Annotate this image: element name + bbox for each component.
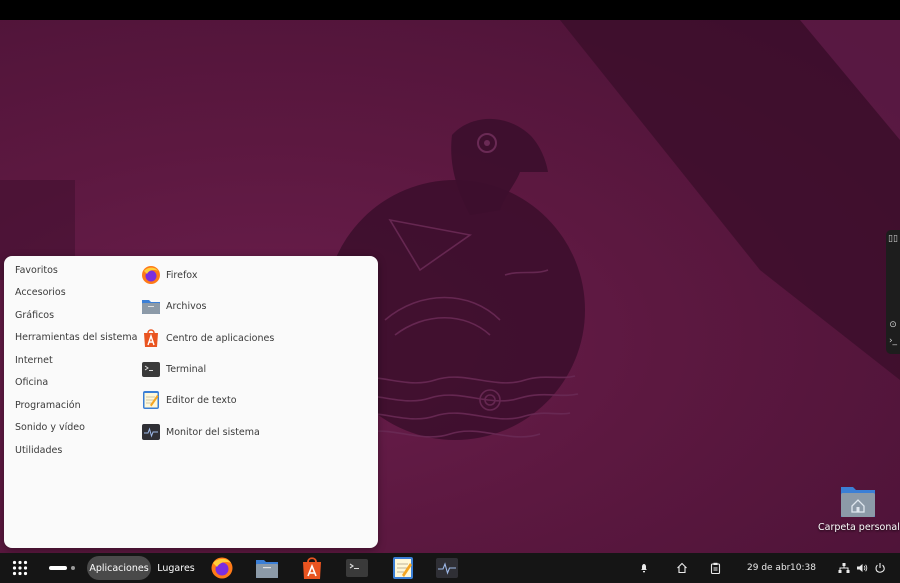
dock-firefox-icon[interactable]	[210, 556, 234, 580]
app-editor-de-texto[interactable]: Editor de texto	[141, 388, 237, 412]
app-monitor-label: Monitor del sistema	[166, 426, 260, 438]
applications-menu: Favoritos Accesorios Gráficos Herramient…	[4, 256, 378, 548]
aplicaciones-menu-button[interactable]: Aplicaciones	[87, 556, 151, 580]
grid-icon	[12, 560, 28, 576]
app-centro-de-aplicaciones[interactable]: Centro de aplicaciones	[141, 326, 274, 350]
home-icon[interactable]	[676, 553, 688, 583]
category-graficos[interactable]: Gráficos	[15, 309, 54, 323]
category-accesorios[interactable]: Accesorios	[15, 286, 66, 300]
volume-icon[interactable]	[856, 553, 868, 583]
dock-system-monitor-icon[interactable]	[435, 556, 459, 580]
app-archivos[interactable]: Archivos	[141, 294, 206, 318]
category-herramientas-del-sistema[interactable]: Herramientas del sistema	[15, 331, 137, 345]
show-apps-button[interactable]	[8, 553, 32, 583]
top-black-bar	[0, 0, 900, 20]
category-oficina[interactable]: Oficina	[15, 376, 48, 390]
side-panel-handle[interactable]: ▯▯ ⊙ ›_	[886, 230, 900, 354]
app-center-icon	[141, 328, 161, 348]
workspace-dots-icon	[49, 566, 75, 570]
more-options-icon[interactable]: ⊙	[887, 320, 899, 330]
network-icon[interactable]	[838, 553, 850, 583]
home-folder-label: Carpeta personal	[818, 522, 900, 533]
clock-time[interactable]: 10:38	[790, 553, 816, 583]
app-centro-label: Centro de aplicaciones	[166, 332, 275, 344]
category-sonido-y-video[interactable]: Sonido y vídeo	[15, 421, 85, 435]
category-favoritos[interactable]: Favoritos	[15, 264, 58, 278]
category-internet[interactable]: Internet	[15, 354, 53, 368]
app-editor-label: Editor de texto	[166, 394, 237, 406]
app-monitor-del-sistema[interactable]: Monitor del sistema	[141, 420, 260, 444]
lugares-menu-button[interactable]: Lugares	[156, 553, 196, 583]
dock-files-icon[interactable]	[255, 556, 279, 580]
text-editor-icon	[141, 390, 161, 410]
pause-icon: ▯▯	[888, 234, 898, 244]
terminal-small-icon: ›_	[888, 336, 898, 346]
app-firefox-label: Firefox	[166, 269, 198, 281]
category-programacion[interactable]: Programación	[15, 399, 81, 413]
workspace-indicator[interactable]	[46, 553, 78, 583]
files-icon	[141, 296, 161, 316]
firefox-icon	[141, 265, 161, 285]
clock-date[interactable]: 29 de abr	[747, 553, 790, 583]
power-icon[interactable]	[874, 553, 886, 583]
notification-bell-icon[interactable]	[639, 553, 649, 583]
category-utilidades[interactable]: Utilidades	[15, 444, 62, 458]
system-monitor-icon	[141, 422, 161, 442]
app-terminal-label: Terminal	[166, 363, 207, 375]
app-firefox[interactable]: Firefox	[141, 263, 197, 287]
app-archivos-label: Archivos	[166, 300, 207, 312]
home-folder-icon	[841, 487, 875, 517]
clipboard-icon[interactable]	[710, 553, 721, 583]
bottom-panel: Aplicaciones Lugares 29 de abr 10:38	[0, 553, 900, 583]
dock-app-center-icon[interactable]	[300, 556, 324, 580]
dock-terminal-icon[interactable]	[345, 556, 369, 580]
app-terminal[interactable]: Terminal	[141, 357, 206, 381]
desktop-home-folder[interactable]: Carpeta personal	[818, 482, 900, 542]
terminal-icon	[141, 359, 161, 379]
dock-text-editor-icon[interactable]	[391, 556, 415, 580]
